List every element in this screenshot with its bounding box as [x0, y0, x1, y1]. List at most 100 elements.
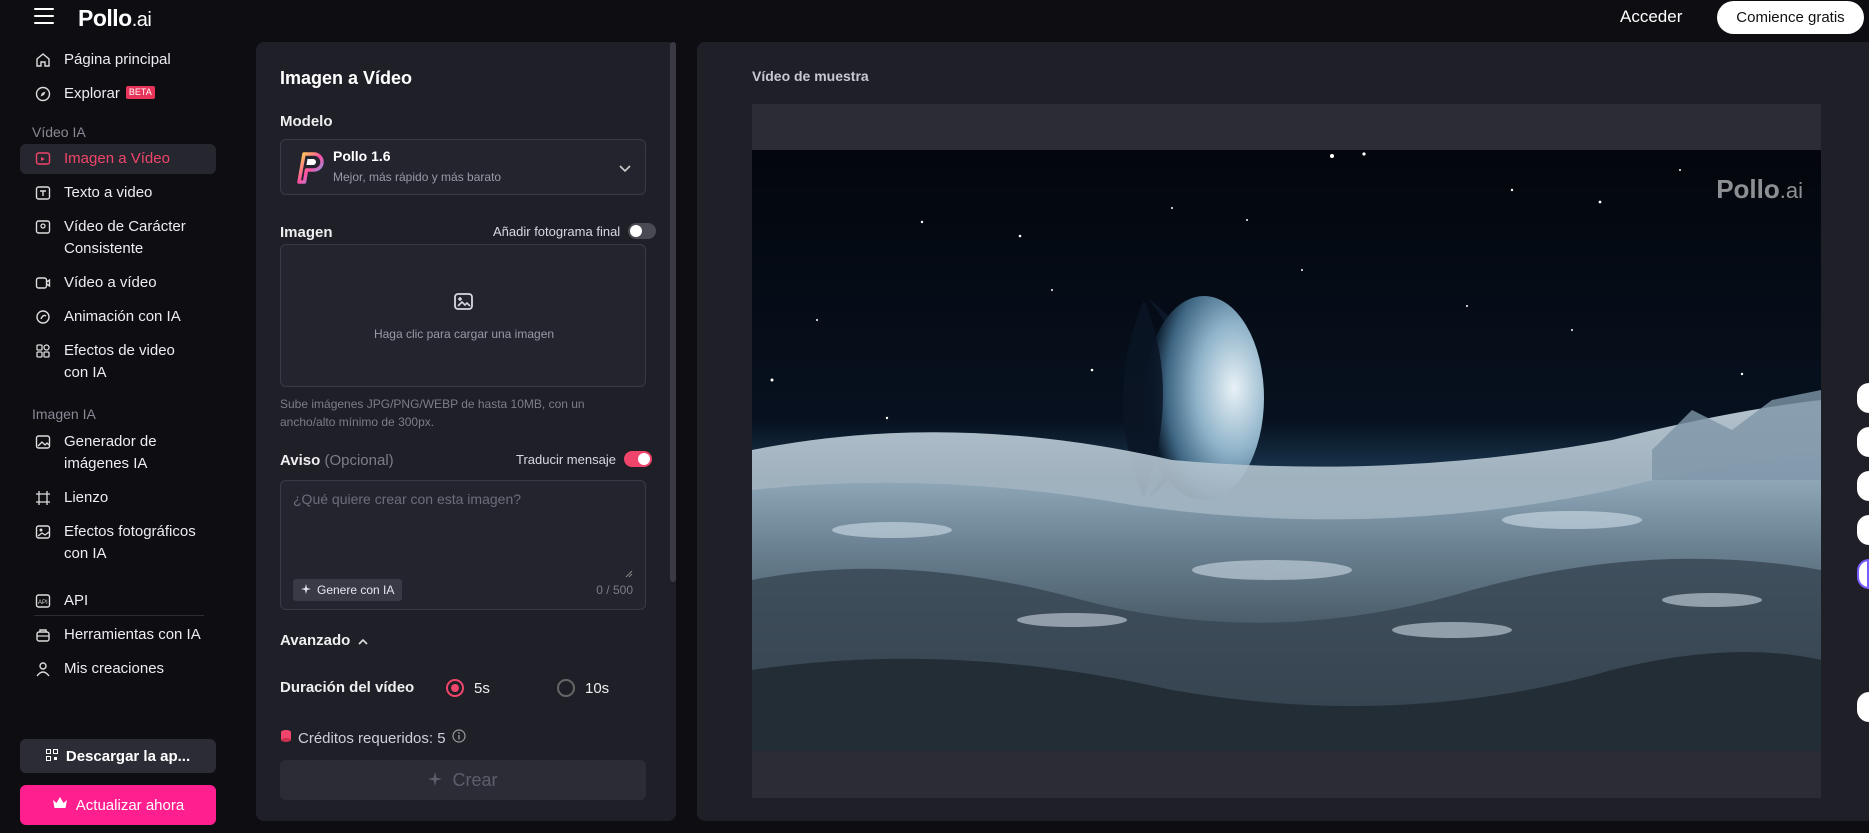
translate-toggle[interactable] [623, 451, 652, 467]
download-app-button[interactable]: Descargar la ap... [20, 739, 216, 773]
advanced-label: Avanzado [280, 632, 351, 649]
sidebar-item-label: Herramientas con IA [64, 626, 201, 643]
download-label: Descargar la ap... [65, 747, 191, 765]
image-label: Imagen [280, 224, 333, 241]
credits-required: Créditos requeridos: 5 [280, 729, 466, 747]
final-frame-toggle-row: Añadir fotograma final [493, 223, 657, 239]
creations-icon [34, 660, 52, 678]
sidebar-item-consistent-character[interactable]: Vídeo de Carácter Consistente [20, 212, 216, 264]
sidebar: Página principal Explorar BETA Vídeo IA I… [0, 40, 240, 833]
prompt-optional-text: (Opcional) [324, 452, 394, 469]
final-frame-toggle[interactable] [628, 223, 657, 239]
sidebar-item-label: Generador de imágenes IA [64, 433, 157, 472]
prompt-label-text: Aviso [280, 452, 321, 469]
sidebar-item-label: Mis creaciones [64, 660, 165, 677]
coins-icon [280, 729, 292, 747]
prompt-textarea[interactable]: ¿Qué quiere crear con esta imagen? Gener… [280, 480, 646, 610]
sidebar-item-label: Página principal [64, 51, 171, 68]
info-icon[interactable] [451, 729, 466, 747]
sample-video[interactable]: Pollo.ai [752, 150, 1821, 751]
duration-option-5s[interactable]: 5s [446, 679, 490, 697]
create-button[interactable]: Crear [280, 760, 646, 800]
sidebar-item-label: Vídeo de Carácter Consistente [64, 218, 186, 257]
watermark-text: Pollo [1716, 174, 1780, 204]
side-dock-button[interactable] [1857, 383, 1869, 413]
side-dock-button[interactable] [1857, 427, 1869, 457]
watermark-suffix: .ai [1779, 178, 1803, 203]
section-image-ai: Imagen IA [32, 406, 96, 422]
video-video-icon [34, 274, 52, 292]
chevron-down-icon [619, 160, 631, 178]
sidebar-item-label: Explorar [64, 85, 120, 102]
side-dock-button[interactable] [1857, 515, 1869, 545]
resize-handle-icon[interactable] [625, 565, 633, 583]
duration-option-10s[interactable]: 10s [557, 679, 609, 697]
side-dock-button[interactable] [1857, 692, 1869, 722]
sidebar-item-home[interactable]: Página principal [20, 45, 216, 75]
sidebar-item-label: Efectos de video con IA [64, 342, 175, 381]
section-video-ai: Vídeo IA [32, 124, 86, 140]
sidebar-item-photo-effects[interactable]: Efectos fotográficos con IA [20, 517, 216, 569]
sidebar-item-explore[interactable]: Explorar BETA [20, 79, 216, 109]
generation-form-panel: Imagen a Vídeo Modelo Pollo 1.6 Mejor, m… [256, 42, 676, 821]
model-label: Modelo [280, 113, 333, 130]
sidebar-item-label: Imagen a Vídeo [64, 150, 170, 167]
image-upload-icon [453, 291, 475, 318]
model-name: Pollo 1.6 [333, 148, 391, 164]
character-icon [34, 218, 52, 236]
sidebar-item-text-to-video[interactable]: Texto a video [20, 178, 216, 208]
sidebar-item-label: Lienzo [64, 489, 109, 506]
credits-text: Créditos requeridos: 5 [298, 729, 446, 747]
svg-text:API: API [38, 600, 48, 606]
tools-icon [34, 626, 52, 644]
chevron-up-icon [358, 632, 368, 649]
sidebar-item-api[interactable]: API API [20, 586, 216, 616]
sidebar-item-label: Efectos fotográficos con IA [64, 523, 196, 562]
radio-10s[interactable] [557, 679, 575, 697]
menu-icon[interactable] [34, 8, 54, 24]
sparkle-icon [301, 583, 311, 597]
photo-effects-icon [34, 523, 52, 541]
watermark: Pollo.ai [1716, 174, 1803, 205]
start-free-button[interactable]: Comience gratis [1717, 1, 1864, 34]
logo-text: Pollo [78, 5, 132, 31]
login-link[interactable]: Acceder [1620, 7, 1682, 27]
qr-icon [45, 748, 58, 765]
duration-label: Duración del vídeo [280, 679, 415, 696]
effects-icon [34, 342, 52, 360]
compass-icon [34, 85, 52, 103]
sidebar-item-canvas[interactable]: Lienzo [20, 483, 216, 513]
canvas-icon [34, 489, 52, 507]
logo-suffix: .ai [131, 9, 152, 31]
image-upload-area[interactable]: Haga clic para cargar una imagen [280, 244, 646, 387]
upload-hint: Sube imágenes JPG/PNG/WEBP de hasta 10MB… [280, 397, 585, 429]
upgrade-label: Actualizar ahora [75, 796, 185, 814]
crown-icon [52, 796, 68, 814]
sidebar-item-image-generator[interactable]: Generador de imágenes IA [20, 427, 216, 479]
generate-with-ai-button[interactable]: Genere con IA [293, 579, 403, 601]
text-video-icon [34, 184, 52, 202]
sidebar-item-image-to-video[interactable]: Imagen a Vídeo [20, 144, 216, 174]
image-gen-icon [34, 433, 52, 451]
sidebar-item-video-to-video[interactable]: Vídeo a vídeo [20, 268, 216, 298]
model-select[interactable]: Pollo 1.6 Mejor, más rápido y más barato [280, 139, 646, 195]
sidebar-item-label: Vídeo a vídeo [64, 274, 157, 291]
home-icon [34, 51, 52, 69]
sidebar-item-my-creations[interactable]: Mis creaciones [20, 654, 216, 684]
side-dock-button[interactable] [1857, 471, 1869, 501]
side-dock-button[interactable] [1857, 559, 1869, 589]
beta-badge: BETA [125, 86, 155, 99]
upload-instructions: Haga clic para cargar una imagen [373, 327, 555, 341]
radio-5s[interactable] [446, 679, 464, 697]
preview-title: Vídeo de muestra [752, 68, 869, 84]
sidebar-item-ai-tools[interactable]: Herramientas con IA [20, 620, 216, 650]
sidebar-item-video-effects[interactable]: Efectos de video con IA [20, 336, 216, 388]
advanced-toggle[interactable]: Avanzado [280, 632, 368, 649]
sidebar-item-animation[interactable]: Animación con IA [20, 302, 216, 332]
animation-icon [34, 308, 52, 326]
form-scrollbar[interactable] [670, 42, 676, 582]
api-icon: API [34, 592, 52, 610]
generate-ai-label: Genere con IA [317, 583, 395, 597]
upgrade-button[interactable]: Actualizar ahora [20, 785, 216, 825]
logo[interactable]: Pollo.ai [78, 5, 152, 32]
